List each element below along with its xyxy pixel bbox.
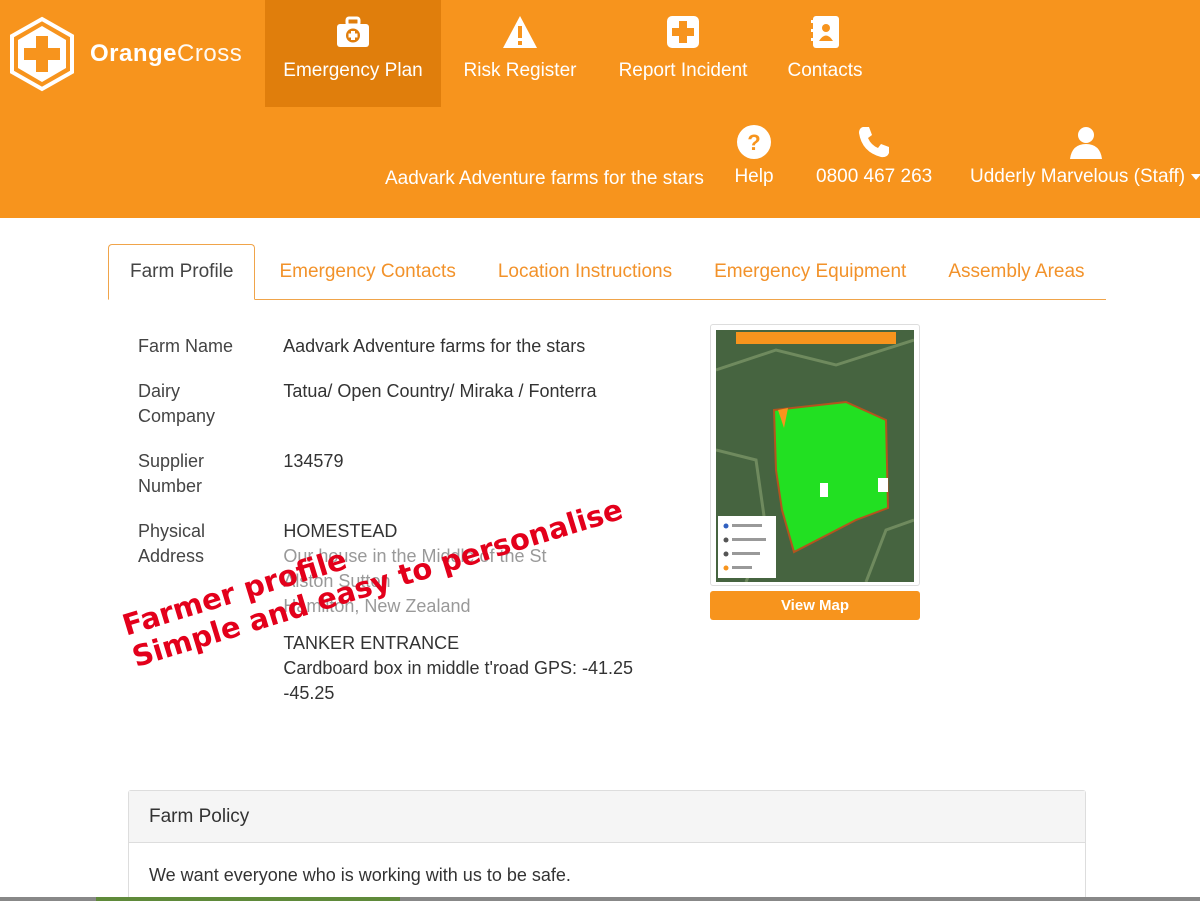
phone-number: 0800 467 263 <box>816 166 933 187</box>
farm-profile-details: Farm Name Aadvark Adventure farms for th… <box>138 334 678 726</box>
nav-label: Risk Register <box>463 60 577 81</box>
farm-policy-title: Farm Policy <box>129 791 1085 843</box>
contact-book-icon <box>807 14 843 50</box>
farm-map-card[interactable] <box>710 324 920 586</box>
farm-policy-text: We want everyone who is working with us … <box>149 865 571 885</box>
tab-assembly-areas[interactable]: Assembly Areas <box>927 244 1105 300</box>
help-label: Help <box>734 166 774 187</box>
detail-row: Physical Address HOMESTEAD Our house in … <box>138 519 678 706</box>
nav-contacts[interactable]: Contacts <box>773 0 877 107</box>
help-link[interactable]: ? Help <box>734 122 774 188</box>
chevron-down-icon <box>1191 173 1200 180</box>
address-line: -45.25 <box>283 683 335 703</box>
svg-text:?: ? <box>747 130 760 155</box>
farm-map-thumbnail[interactable] <box>715 330 915 583</box>
detail-row: Supplier Number 134579 <box>138 449 678 499</box>
nav-label: Contacts <box>787 60 863 81</box>
dairy-company-value: Tatua/ Open Country/ Miraka / Fonterra <box>283 381 597 401</box>
brand-name: OrangeCross <box>90 40 243 67</box>
phone-icon <box>854 122 894 162</box>
current-farm-name[interactable]: Aadvark Adventure farms for the stars <box>385 168 704 190</box>
view-map-button[interactable]: View Map <box>710 591 920 620</box>
nav-label: Report Incident <box>618 60 748 81</box>
plus-cross-icon <box>665 14 701 50</box>
address-line: HOMESTEAD <box>283 521 398 541</box>
user-menu[interactable]: Udderly Marvelous (Staff) <box>970 122 1200 188</box>
detail-row: Dairy Company Tatua/ Open Country/ Mirak… <box>138 379 678 429</box>
supplier-number-value: 134579 <box>283 451 344 471</box>
bottom-scroll-strip <box>0 897 1200 901</box>
medkit-icon <box>335 14 371 50</box>
tab-location-instructions[interactable]: Location Instructions <box>477 244 693 300</box>
user-icon <box>1066 122 1106 162</box>
address-line: Hamilton, New Zealand <box>283 596 471 616</box>
nav-risk-register[interactable]: Risk Register <box>445 0 595 107</box>
tab-emergency-contacts[interactable]: Emergency Contacts <box>258 244 476 300</box>
address-line: Alston Sutton <box>283 571 391 591</box>
warning-icon <box>502 14 538 50</box>
user-name: Udderly Marvelous (Staff) <box>970 166 1186 187</box>
farm-name-value: Aadvark Adventure farms for the stars <box>283 336 586 356</box>
nav-label: Emergency Plan <box>283 60 423 81</box>
farm-policy-panel: Farm Policy We want everyone who is work… <box>128 790 1086 901</box>
address-line: Cardboard box in middle t'road GPS: -41.… <box>283 658 634 678</box>
sub-header: Aadvark Adventure farms for the stars ? … <box>0 122 1200 202</box>
detail-row: Farm Name Aadvark Adventure farms for th… <box>138 334 678 359</box>
dairy-company-label: Dairy Company <box>138 381 216 426</box>
help-icon: ? <box>734 122 774 162</box>
supplier-number-label: Supplier Number <box>138 451 205 496</box>
physical-address-value: HOMESTEAD Our house in the Middle of the… <box>283 519 678 706</box>
logo[interactable]: OrangeCross <box>8 16 242 92</box>
address-line: TANKER ENTRANCE <box>283 633 460 653</box>
main-nav: Emergency Plan Risk Register Report Inci… <box>265 0 877 107</box>
tab-farm-profile[interactable]: Farm Profile <box>108 244 256 300</box>
nav-emergency-plan[interactable]: Emergency Plan <box>265 0 441 107</box>
physical-address-label: Physical Address <box>138 521 206 566</box>
address-line: Our house in the Middle of the St <box>283 546 547 566</box>
tab-emergency-equipment[interactable]: Emergency Equipment <box>693 244 927 300</box>
farm-name-label: Farm Name <box>138 336 234 356</box>
top-header: OrangeCross Emergency Plan Risk Register… <box>0 0 1200 218</box>
orangecross-logo-icon <box>10 16 74 92</box>
nav-report-incident[interactable]: Report Incident <box>599 0 767 107</box>
phone-link[interactable]: 0800 467 263 <box>816 122 932 188</box>
profile-tabs: Farm Profile Emergency Contacts Location… <box>108 244 1106 300</box>
